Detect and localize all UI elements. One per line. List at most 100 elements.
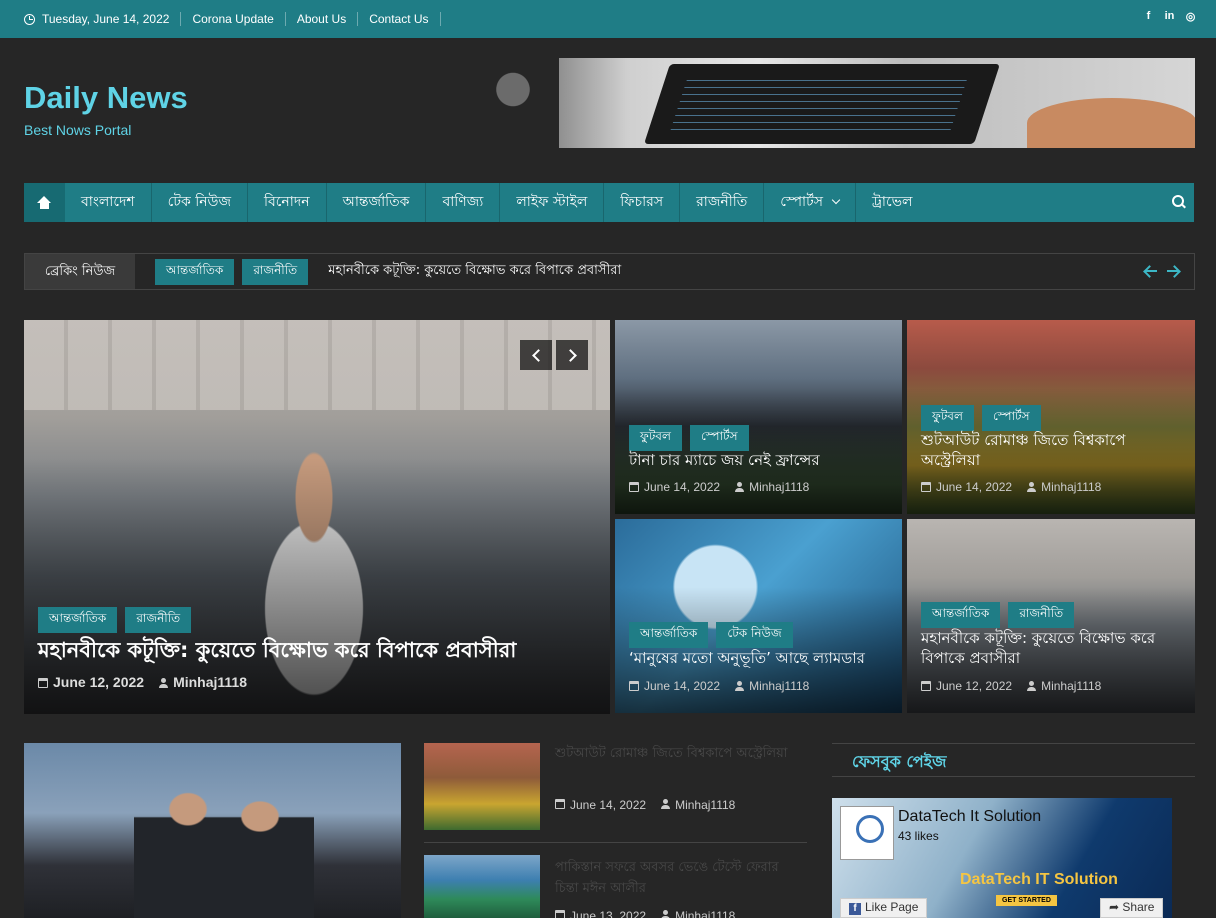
nav-item-bangladesh[interactable]: বাংলাদেশ xyxy=(65,183,152,222)
user-icon xyxy=(734,681,745,691)
post-author[interactable]: Minhaj1118 xyxy=(173,674,247,690)
featured-card-title[interactable]: মহানবীকে কটূক্তি: কুয়েতে বিক্ষোভ করে বি… xyxy=(921,628,1181,668)
nav-item-politics[interactable]: রাজনীতি xyxy=(680,183,765,222)
breaking-headline[interactable]: মহানবীকে কটূক্তি: কুয়েতে বিক্ষোভ করে বি… xyxy=(328,261,621,282)
post-date: June 13, 2022 xyxy=(570,909,647,918)
search-icon[interactable] xyxy=(1172,195,1186,209)
user-icon xyxy=(1026,482,1037,492)
category-badge[interactable]: স্পোর্টস xyxy=(981,405,1041,431)
category-badge[interactable]: আন্তর্জাতিক xyxy=(921,602,1001,628)
share-button[interactable]: ➦ Share xyxy=(1100,898,1164,918)
nav-home[interactable] xyxy=(24,183,65,222)
category-badge[interactable]: আন্তর্জাতিক xyxy=(629,622,709,648)
category-badge[interactable]: স্পোর্টস xyxy=(689,425,749,451)
chevron-down-icon xyxy=(831,195,841,205)
featured-card[interactable]: ফুটবল স্পোর্টস শুটআউট রোমাঞ্চ জিতে বিশ্বক… xyxy=(907,320,1195,514)
category-badge[interactable]: আন্তর্জাতিক xyxy=(155,258,235,285)
slider-prev-button[interactable] xyxy=(520,340,552,370)
post-author[interactable]: Minhaj1118 xyxy=(1041,679,1101,693)
link-contact-us[interactable]: Contact Us xyxy=(358,12,441,26)
featured-main-title[interactable]: মহানবীকে কটূক্তি: কুয়েতে বিক্ষোভ করে বি… xyxy=(38,636,596,664)
like-page-button[interactable]: f Like Page xyxy=(840,898,928,918)
list-thumbnail[interactable] xyxy=(424,855,540,918)
nav-item-sports[interactable]: স্পোর্টস xyxy=(764,183,856,222)
facebook-icon[interactable]: f xyxy=(1143,10,1154,23)
link-corona-update[interactable]: Corona Update xyxy=(181,12,286,26)
widget-title: ফেসবুক পেইজ xyxy=(852,752,947,771)
slider-next-button[interactable] xyxy=(556,340,588,370)
nav-item-business[interactable]: বাণিজ্য xyxy=(426,183,501,222)
nav-item-entertainment[interactable]: বিনোদন xyxy=(248,183,327,222)
social-links: f in ◎ xyxy=(1143,10,1196,23)
nav-item-tech-news[interactable]: টেক নিউজ xyxy=(152,183,248,222)
share-icon: ➦ xyxy=(1109,900,1123,914)
post-date: June 14, 2022 xyxy=(936,480,1013,494)
divider xyxy=(424,842,807,843)
featured-card-title[interactable]: শুটআউট রোমাঞ্চ জিতে বিশ্বকাপে অস্ট্রেলিয… xyxy=(921,430,1181,470)
category-badge[interactable]: ফুটবল xyxy=(629,425,682,451)
share-label: Share xyxy=(1122,900,1155,914)
fb-page-name[interactable]: DataTech It Solution xyxy=(898,808,1041,826)
main-nav: বাংলাদেশ টেক নিউজ বিনোদন আন্তর্জাতিক বাণ… xyxy=(24,183,1194,222)
lower-feature-image[interactable] xyxy=(24,743,401,918)
fb-cover-brand: DataTech IT Solution xyxy=(960,871,1118,888)
page-logo[interactable] xyxy=(840,806,894,860)
category-badge[interactable]: রাজনীতি xyxy=(125,607,192,633)
fb-like-count: 43 likes xyxy=(898,829,939,843)
category-badge[interactable]: ফুটবল xyxy=(921,405,974,431)
clock-icon xyxy=(24,13,35,25)
nav-item-features[interactable]: ফিচারস xyxy=(604,183,681,222)
category-badge[interactable]: আন্তর্জাতিক xyxy=(38,607,118,633)
post-date: June 12, 2022 xyxy=(936,679,1013,693)
user-icon xyxy=(660,799,671,809)
site-title[interactable]: Daily News xyxy=(24,80,188,116)
arrow-right-icon[interactable] xyxy=(1166,264,1180,278)
featured-card-title[interactable]: ‘মানুষের মতো অনুভূতি’ আছে ল্যামডার xyxy=(629,648,888,668)
featured-main-card[interactable]: আন্তর্জাতিক রাজনীতি মহানবীকে কটূক্তি: কুয… xyxy=(24,320,610,714)
arrow-left-icon[interactable] xyxy=(1144,264,1158,278)
person-photo xyxy=(467,58,559,148)
post-author[interactable]: Minhaj1118 xyxy=(749,679,809,693)
category-badge[interactable]: রাজনীতি xyxy=(242,258,309,285)
header-banner-ad[interactable] xyxy=(467,58,1195,148)
list-thumbnail[interactable] xyxy=(424,743,540,830)
list-title[interactable]: শুটআউট রোমাঞ্চ জিতে বিশ্বকাপে অস্ট্রেলিয… xyxy=(555,743,790,764)
user-icon xyxy=(158,678,169,688)
facebook-page-widget[interactable]: DataTech It Solution 43 likes DataTech I… xyxy=(832,798,1172,918)
category-badge[interactable]: রাজনীতি xyxy=(1008,602,1075,628)
calendar-icon xyxy=(38,678,48,688)
facebook-widget-header: ফেসবুক পেইজ xyxy=(832,743,1195,777)
breaking-label: ব্রেকিং নিউজ xyxy=(25,254,135,289)
featured-card[interactable]: আন্তর্জাতিক রাজনীতি মহানবীকে কটূক্তি: কুয… xyxy=(907,519,1195,713)
calendar-icon xyxy=(555,910,565,918)
post-author[interactable]: Minhaj1118 xyxy=(749,480,809,494)
user-icon xyxy=(660,910,671,918)
facebook-icon: f xyxy=(849,903,861,915)
site-tagline: Best Nows Portal xyxy=(24,122,132,138)
featured-card[interactable]: আন্তর্জাতিক টেক নিউজ ‘মানুষের মতো অনুভূতি… xyxy=(615,519,902,713)
post-author[interactable]: Minhaj1118 xyxy=(675,798,735,812)
category-badge[interactable]: টেক নিউজ xyxy=(716,622,793,648)
user-icon xyxy=(1026,681,1037,691)
instagram-icon[interactable]: ◎ xyxy=(1185,10,1196,23)
linkedin-icon[interactable]: in xyxy=(1164,10,1175,23)
date-text: Tuesday, June 14, 2022 xyxy=(42,12,170,26)
fb-cover-cta: GET STARTED xyxy=(996,895,1057,906)
featured-card[interactable]: ফুটবল স্পোর্টস টানা চার ম্যাচে জয় নেই ফ্… xyxy=(615,320,902,514)
post-author[interactable]: Minhaj1118 xyxy=(1041,480,1101,494)
nav-item-travel[interactable]: ট্রাভেল xyxy=(856,183,929,222)
nav-item-sports-label: স্পোর্টস xyxy=(780,194,823,210)
home-icon xyxy=(37,196,52,209)
user-icon xyxy=(734,482,745,492)
post-date: June 12, 2022 xyxy=(53,674,145,690)
nav-item-lifestyle[interactable]: লাইফ স্টাইল xyxy=(500,183,605,222)
link-about-us[interactable]: About Us xyxy=(286,12,359,26)
calendar-icon xyxy=(921,681,931,691)
laptop-image xyxy=(644,64,1000,144)
featured-card-title[interactable]: টানা চার ম্যাচে জয় নেই ফ্রান্সের xyxy=(629,450,888,470)
list-title[interactable]: পাকিস্তান সফরে অবসর ভেঙে টেস্টে ফেরার চি… xyxy=(555,857,790,899)
calendar-icon xyxy=(921,482,931,492)
nav-item-international[interactable]: আন্তর্জাতিক xyxy=(327,183,427,222)
breaking-news-bar: ব্রেকিং নিউজ আন্তর্জাতিক রাজনীতি মহানবীকে… xyxy=(24,253,1195,290)
post-author[interactable]: Minhaj1118 xyxy=(675,909,735,918)
